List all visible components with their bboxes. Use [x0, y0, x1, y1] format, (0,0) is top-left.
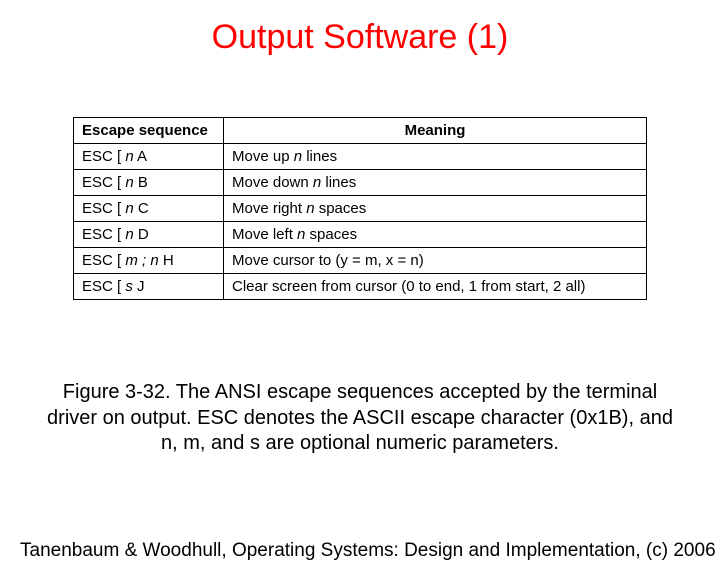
- cell-meaning: Move left n spaces: [224, 222, 647, 248]
- cell-seq: ESC [ n B: [74, 170, 224, 196]
- slide-title: Output Software (1): [0, 18, 720, 57]
- cell-seq: ESC [ n A: [74, 144, 224, 170]
- copyright-footer: Tanenbaum & Woodhull, Operating Systems:…: [20, 540, 716, 562]
- escape-sequence-table: Escape sequence Meaning ESC [ n A Move u…: [73, 117, 647, 300]
- cell-seq: ESC [ m ; n H: [74, 248, 224, 274]
- table-body: ESC [ n A Move up n lines ESC [ n B Move…: [74, 144, 647, 300]
- table-row: ESC [ s J Clear screen from cursor (0 to…: [74, 274, 647, 300]
- table-row: ESC [ n A Move up n lines: [74, 144, 647, 170]
- cell-seq: ESC [ n D: [74, 222, 224, 248]
- table-row: ESC [ m ; n H Move cursor to (y = m, x =…: [74, 248, 647, 274]
- table-row: ESC [ n B Move down n lines: [74, 170, 647, 196]
- table-row: ESC [ n C Move right n spaces: [74, 196, 647, 222]
- cell-meaning: Move right n spaces: [224, 196, 647, 222]
- cell-seq: ESC [ n C: [74, 196, 224, 222]
- figure-caption: Figure 3-32. The ANSI escape sequences a…: [40, 380, 680, 457]
- cell-meaning: Move cursor to (y = m, x = n): [224, 248, 647, 274]
- cell-meaning: Move up n lines: [224, 144, 647, 170]
- cell-seq: ESC [ s J: [74, 274, 224, 300]
- header-escape-sequence: Escape sequence: [74, 118, 224, 144]
- table-row: ESC [ n D Move left n spaces: [74, 222, 647, 248]
- cell-meaning: Clear screen from cursor (0 to end, 1 fr…: [224, 274, 647, 300]
- cell-meaning: Move down n lines: [224, 170, 647, 196]
- header-meaning: Meaning: [224, 118, 647, 144]
